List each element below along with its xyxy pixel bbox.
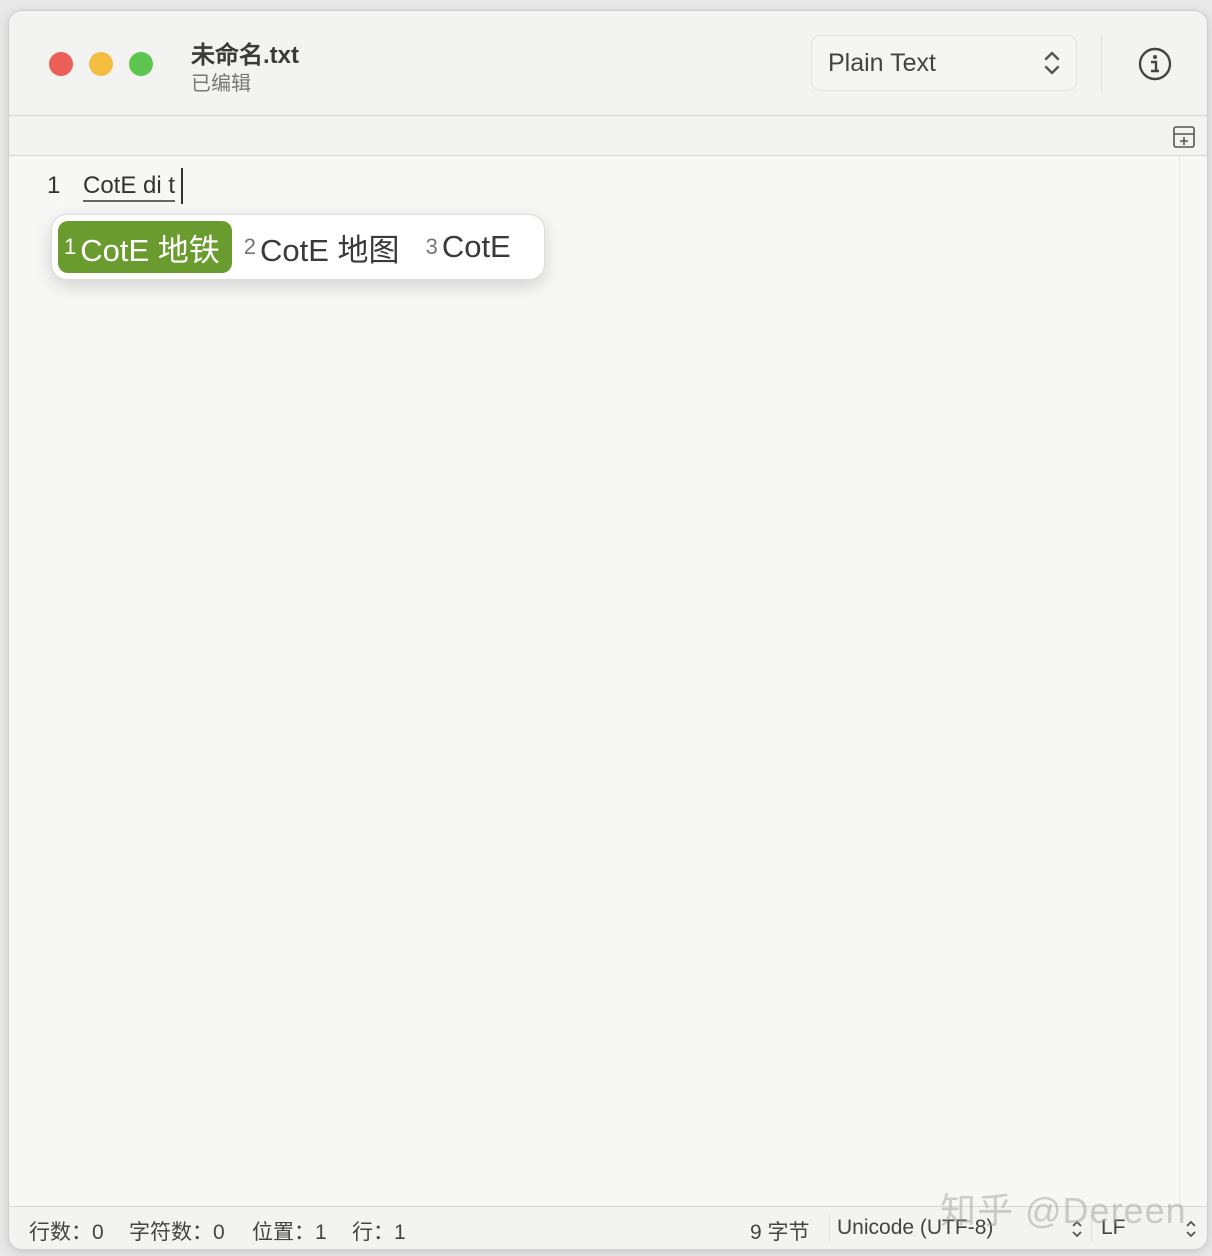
char-count: 字符数：0: [129, 1221, 225, 1244]
close-button[interactable]: [49, 52, 73, 76]
chevron-up-down-icon: [1044, 51, 1060, 75]
status-divider: [829, 1215, 830, 1241]
text-caret: [181, 168, 183, 204]
toolbar-divider: [1101, 35, 1102, 91]
candidate-number: 1: [64, 234, 77, 259]
composing-text: CotE di t: [83, 172, 176, 202]
current-line: 行：1: [352, 1221, 406, 1244]
document-title[interactable]: 未命名.txt: [191, 35, 299, 70]
line-count: 行数：0: [29, 1221, 104, 1244]
line-ending-chevron-icon[interactable]: [1185, 1219, 1197, 1239]
watermark: 知乎 @Dereen: [940, 1190, 1187, 1231]
candidate-number: 3: [425, 234, 438, 259]
syntax-mode-label: Plain Text: [828, 48, 936, 77]
candidate-text: CotE 地图: [260, 232, 400, 268]
candidate-number: 2: [243, 234, 257, 259]
text-editor[interactable]: 1 CotE di t 1 CotE 地铁 2 CotE 地图 3 CotE: [9, 156, 1207, 1206]
add-pane-icon[interactable]: [1173, 126, 1195, 148]
ime-candidate-3[interactable]: 3 CotE: [420, 221, 523, 273]
title-bar: 未命名.txt 已编辑 Plain Text: [9, 11, 1207, 116]
zoom-button[interactable]: [129, 52, 153, 76]
syntax-mode-select[interactable]: Plain Text: [811, 35, 1077, 91]
document-status: 已编辑: [191, 73, 251, 95]
info-icon[interactable]: [1137, 46, 1173, 82]
cursor-position: 位置：1: [252, 1221, 327, 1244]
file-size: 9 字节: [750, 1221, 810, 1244]
candidate-text: CotE: [441, 229, 511, 264]
minimize-button[interactable]: [89, 52, 113, 76]
ime-candidate-window: 1 CotE 地铁 2 CotE 地图 3 CotE: [51, 214, 545, 280]
secondary-toolbar: [9, 116, 1207, 156]
line-number: 1: [47, 172, 61, 199]
candidate-text: CotE 地铁: [80, 232, 220, 268]
ime-candidate-1[interactable]: 1 CotE 地铁: [58, 221, 232, 273]
editor-window: 未命名.txt 已编辑 Plain Text 1 CotE di t 1 CotE…: [8, 10, 1208, 1250]
ime-candidate-2[interactable]: 2 CotE 地图: [238, 221, 412, 273]
page-guide: [1179, 156, 1180, 1206]
